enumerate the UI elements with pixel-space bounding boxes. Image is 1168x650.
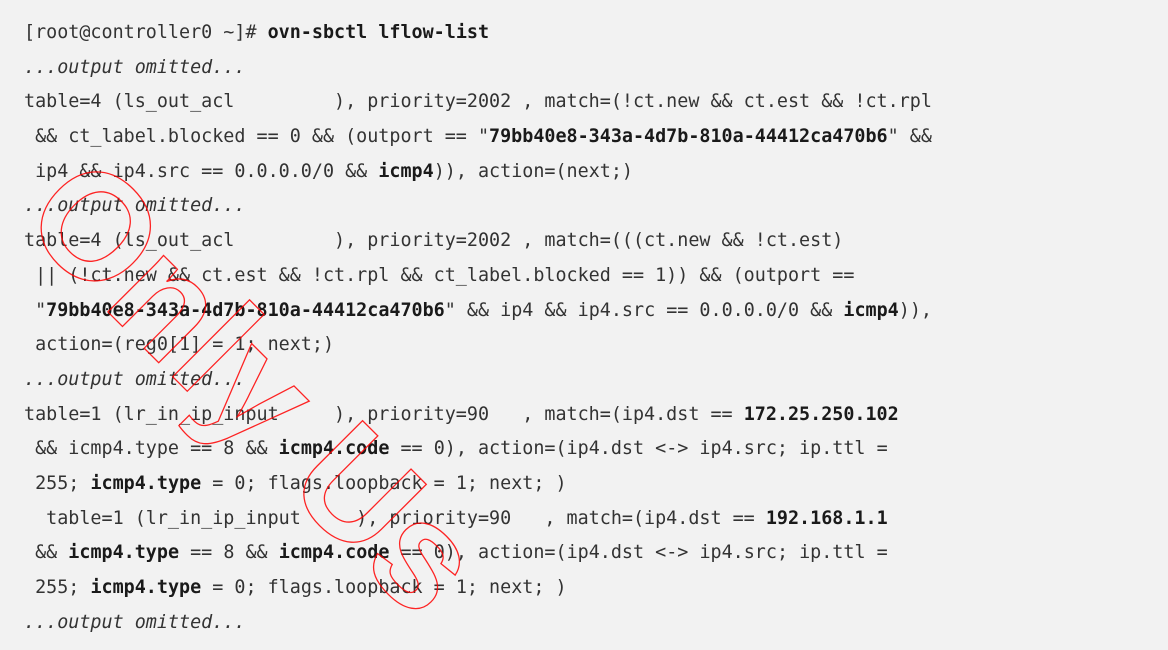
line-text: == 0), action=(ip4.dst <-> ip4.src; ip.t… — [389, 438, 888, 460]
line-text: 255; — [24, 472, 91, 494]
line-text: == 0), action=(ip4.dst <-> ip4.src; ip.t… — [389, 542, 888, 564]
line-text: " — [24, 299, 47, 321]
output-line: && icmp4.type == 8 && icmp4.code == 0), … — [24, 536, 932, 571]
line-text: 255; — [24, 577, 91, 598]
bold-text: icmp4.code — [278, 438, 390, 460]
bold-text: icmp4 — [378, 160, 434, 182]
output-line: table=1 (lr_in_ip_input ), priority=90 ,… — [24, 398, 932, 433]
line-text: && ct_label.blocked == 0 && (outport == … — [24, 126, 490, 148]
bold-text: icmp4.type — [68, 542, 180, 564]
line-text: && icmp4.type == 8 && — [24, 438, 279, 460]
output-line: ip4 && ip4.src == 0.0.0.0/0 && icmp4)), … — [24, 155, 932, 190]
output-line: 255; icmp4.type = 0; flags.loopback = 1;… — [24, 571, 932, 606]
line-text: == 8 && — [179, 542, 279, 564]
output-line: ...output omitted... — [24, 51, 932, 86]
line-text: " && ip4 && ip4.src == 0.0.0.0/0 && — [444, 299, 844, 321]
line-text: = 0; flags.loopback = 1; next; ) — [201, 577, 567, 598]
output-line: table=4 (ls_out_acl ), priority=2002 , m… — [24, 85, 932, 120]
output-line: && icmp4.type == 8 && icmp4.code == 0), … — [24, 432, 932, 467]
bold-text: icmp4.code — [278, 542, 390, 564]
output-line: table=4 (ls_out_acl ), priority=2002 , m… — [24, 224, 932, 259]
line-text: = 0; flags.loopback = 1; next; ) — [201, 472, 567, 494]
line-text: && — [24, 542, 69, 564]
bold-text: 79bb40e8-343a-4d7b-810a-44412ca470b6 — [489, 126, 888, 148]
line-text: action=(reg0[1] = 1; next;) — [24, 334, 335, 356]
bold-text: 192.168.1.1 — [765, 507, 888, 529]
output-line: ...output omitted... — [24, 189, 932, 224]
output-line: action=(reg0[1] = 1; next;) — [24, 328, 932, 363]
output-line: table=1 (lr_in_ip_input ), priority=90 ,… — [24, 502, 932, 537]
omitted-note: ...output omitted... — [24, 611, 246, 633]
line-text: table=4 (ls_out_acl ), priority=2002 , m… — [24, 230, 844, 252]
line-text: || (!ct.new && ct.est && !ct.rpl && ct_l… — [24, 264, 855, 286]
line-text: table=1 (lr_in_ip_input ), priority=90 ,… — [24, 507, 766, 529]
line-text: [root@controller0 ~]# — [24, 22, 268, 43]
output-line: "79bb40e8-343a-4d7b-810a-44412ca470b6" &… — [24, 294, 932, 329]
omitted-note: ...output omitted... — [24, 368, 246, 390]
bold-text: ovn-sbctl lflow-list — [267, 22, 490, 43]
bold-text: icmp4.type — [90, 577, 202, 598]
terminal-output-panel: [root@controller0 ~]# ovn-sbctl lflow-li… — [0, 0, 1168, 650]
output-line: [root@controller0 ~]# ovn-sbctl lflow-li… — [24, 16, 932, 51]
bold-text: icmp4.type — [90, 472, 202, 494]
output-line: ...output omitted... — [24, 363, 932, 398]
omitted-note: ...output omitted... — [24, 195, 246, 217]
command-listing: [root@controller0 ~]# ovn-sbctl lflow-li… — [24, 16, 932, 640]
omitted-note: ...output omitted... — [24, 56, 246, 78]
line-text: )), action=(next;) — [433, 160, 633, 182]
line-text: table=1 (lr_in_ip_input ), priority=90 ,… — [24, 403, 744, 425]
line-text: table=4 (ls_out_acl ), priority=2002 , m… — [24, 91, 932, 113]
bold-text: 172.25.250.102 — [743, 403, 899, 425]
output-line: || (!ct.new && ct.est && !ct.rpl && ct_l… — [24, 259, 932, 294]
bold-text: 79bb40e8-343a-4d7b-810a-44412ca470b6 — [46, 299, 445, 321]
output-line: ...output omitted... — [24, 606, 932, 641]
line-text: )), — [898, 299, 932, 321]
line-text: ip4 && ip4.src == 0.0.0.0/0 && — [24, 160, 379, 182]
line-text: " && — [887, 126, 932, 148]
output-line: && ct_label.blocked == 0 && (outport == … — [24, 120, 932, 155]
bold-text: icmp4 — [843, 299, 899, 321]
output-line: 255; icmp4.type = 0; flags.loopback = 1;… — [24, 467, 932, 502]
